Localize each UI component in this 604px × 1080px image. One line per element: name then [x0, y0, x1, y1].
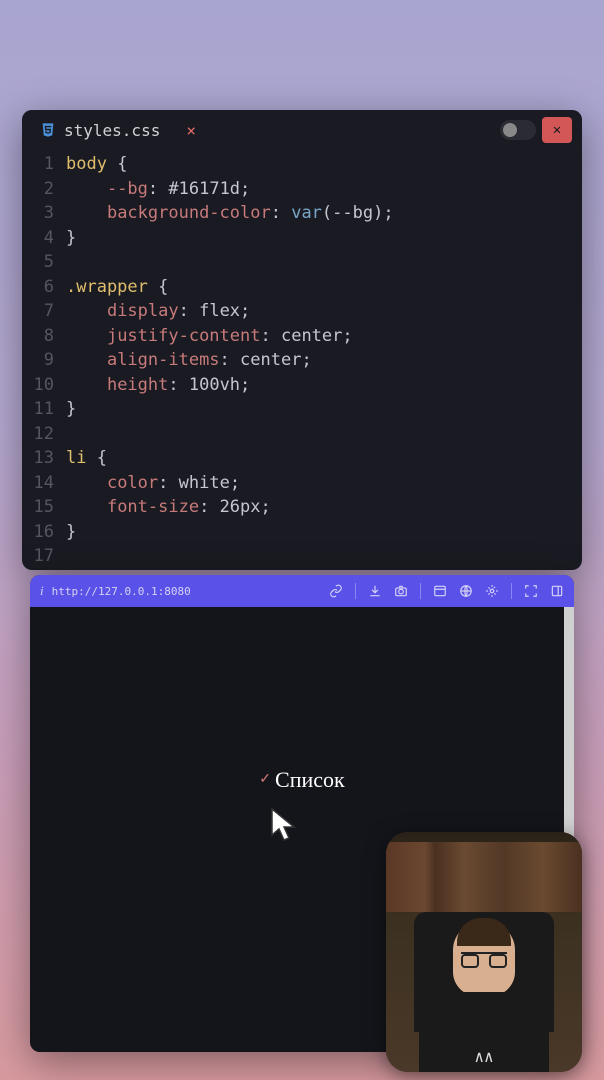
expand-icon[interactable] [524, 584, 538, 598]
checkmark-icon: ✓ [259, 771, 271, 788]
list-item: ✓ Список [259, 767, 344, 793]
toolbar-icons [329, 583, 564, 599]
tab-close-icon[interactable]: × [186, 121, 196, 140]
webcam-overlay: ∧∧ [386, 832, 582, 1072]
info-icon[interactable]: i [40, 583, 44, 599]
editor-tab-bar: styles.css × ✕ [22, 110, 582, 150]
theme-toggle[interactable] [500, 120, 536, 140]
editor-body[interactable]: 1234567891011121314151617 body { --bg: #… [22, 150, 582, 570]
mouse-cursor-icon [270, 807, 298, 845]
browser-toolbar: i http://127.0.0.1:8080 [30, 575, 574, 607]
link-icon[interactable] [329, 584, 343, 598]
window-controls: ✕ [500, 117, 572, 143]
file-tab[interactable]: styles.css × [32, 121, 204, 140]
panel-icon[interactable] [550, 584, 564, 598]
code-content[interactable]: body { --bg: #16171d; background-color: … [66, 152, 394, 569]
camera-icon[interactable] [394, 584, 408, 598]
download-icon[interactable] [368, 584, 382, 598]
list-item-text: Список [275, 767, 345, 793]
window-close-button[interactable]: ✕ [542, 117, 572, 143]
code-editor-window: styles.css × ✕ 1234567891011121314151617… [22, 110, 582, 570]
window-icon[interactable] [433, 584, 447, 598]
settings-icon[interactable] [485, 584, 499, 598]
line-number-gutter: 1234567891011121314151617 [22, 152, 66, 569]
globe-icon[interactable] [459, 584, 473, 598]
css3-icon [40, 122, 56, 138]
tab-filename: styles.css [64, 121, 160, 140]
address-bar[interactable]: http://127.0.0.1:8080 [52, 585, 191, 598]
